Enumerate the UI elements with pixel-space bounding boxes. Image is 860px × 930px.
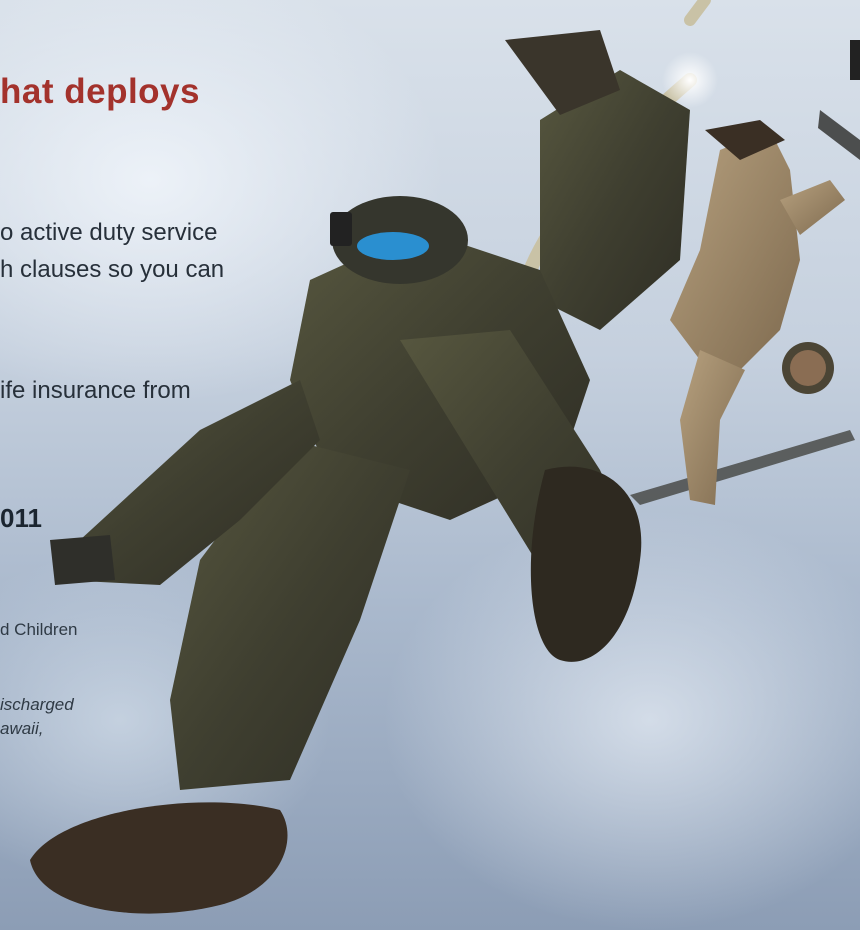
footnote-line: d Children: [0, 620, 78, 639]
body-line-3: ife insurance from: [0, 377, 191, 404]
headline: hat deploys: [0, 72, 200, 111]
body-line-2: h clauses so you can: [0, 256, 225, 283]
italic-footnote-line-2: awaii,: [0, 719, 44, 738]
italic-footnote-line-1: ischarged: [0, 695, 74, 714]
text-overlay: hat deploys o active duty service h clau…: [0, 0, 860, 930]
year-fragment: 011: [0, 503, 42, 533]
body-line-1: o active duty service: [0, 219, 218, 246]
